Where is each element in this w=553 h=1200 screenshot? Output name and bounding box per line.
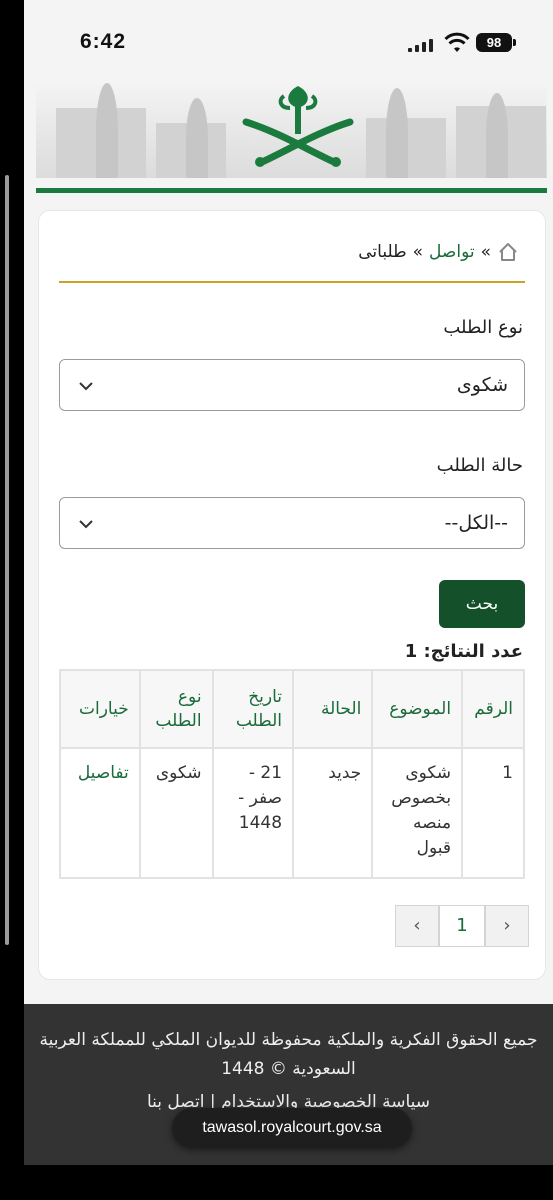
breadcrumb-separator: » [412,242,424,262]
column-header-number: الرقم [461,669,525,749]
chevron-down-icon [79,520,93,529]
pagination: ‹ 1 › [395,905,529,947]
pagination-page-1[interactable]: 1 [439,905,485,947]
column-header-status: الحالة [292,669,374,749]
cellular-signal-icon [408,38,440,52]
cell-subject: شكوى بخصوص منصه قبول [371,747,464,879]
breadcrumb-separator: » [480,242,491,262]
details-link[interactable]: تفاصيل [59,747,141,879]
pagination-prev-button[interactable]: ‹ [395,905,439,947]
wifi-icon [444,32,470,52]
footer-copyright: جميع الحقوق الفكرية والملكية محفوظة للدي… [39,1030,538,1079]
request-status-value: --الكل-- [444,512,508,534]
requests-card: » تواصل » طلباتى نوع الطلب شكوى حالة الط… [38,210,546,980]
status-time: 6:42 [80,30,127,53]
cell-date: 21 - صفر - 1448 [211,747,295,879]
battery-indicator: 98 [476,33,516,52]
title-divider [59,281,525,283]
table-header-row: الرقم الموضوع الحالة تاريخ الطلب نوع الط… [59,669,525,749]
header-banner [36,78,547,178]
table-row: 1 شكوى بخصوص منصه قبول جديد 21 - صفر - 1… [59,747,525,879]
column-header-subject: الموضوع [371,669,464,749]
request-status-label: حالة الطلب [436,455,523,476]
bottom-edge [0,1165,553,1200]
pagination-next-button[interactable]: › [485,905,529,947]
left-edge [0,0,24,1200]
header-divider [36,188,547,193]
results-table: الرقم الموضوع الحالة تاريخ الطلب نوع الط… [59,669,525,879]
request-type-label: نوع الطلب [443,317,523,338]
column-header-date: تاريخ الطلب [211,669,295,749]
status-bar: 6:42 98 [24,28,553,58]
results-count: عدد النتائج: 1 [404,641,523,662]
column-header-type: نوع الطلب [138,669,214,749]
breadcrumb-link-tawasol[interactable]: تواصل [429,242,475,262]
request-type-select[interactable]: شكوى [59,359,525,411]
scroll-indicator [5,175,9,945]
home-icon[interactable] [497,241,519,263]
column-header-options: خيارات [59,669,141,749]
request-status-select[interactable]: --الكل-- [59,497,525,549]
saudi-emblem-icon [242,86,354,167]
request-type-value: شكوى [456,374,508,396]
breadcrumb: » تواصل » طلباتى [358,241,523,263]
cell-number: 1 [461,747,525,879]
phone-screen: 6:42 98 » تواصل » طلباتى نوع الطلب شكوى … [24,0,553,1165]
cell-type: شكوى [138,747,214,879]
chevron-down-icon [79,382,93,391]
cell-status: جديد [292,747,374,879]
search-button[interactable]: بحث [439,580,525,628]
breadcrumb-current: طلباتى [358,242,407,262]
browser-url-bar[interactable]: tawasol.royalcourt.gov.sa [172,1108,412,1148]
